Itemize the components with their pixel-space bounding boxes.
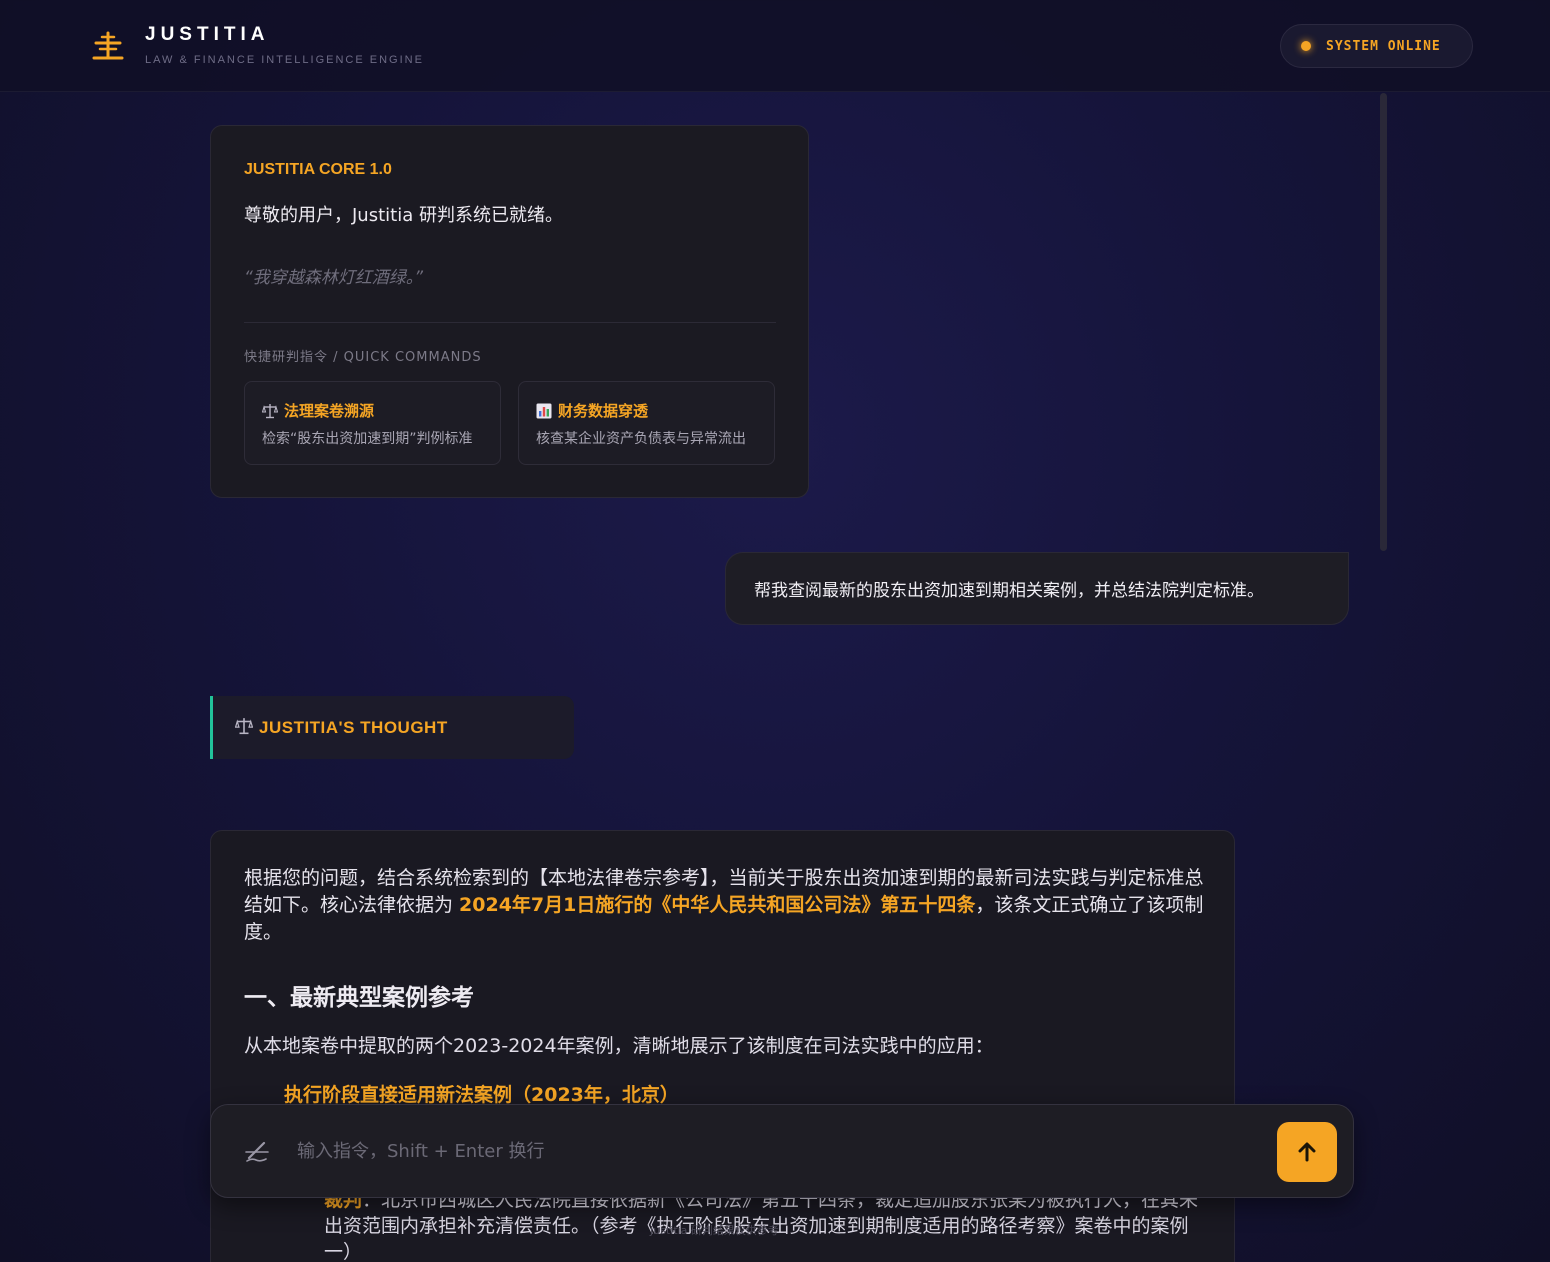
bar-chart-icon [536, 403, 552, 419]
footer-watermark: Justitia 研判结果仅供参考 [650, 1224, 779, 1237]
quick-command-desc: 检索“股东出资加速到期”判例标准 [262, 431, 473, 447]
status-text: SYSTEM ONLINE [1326, 38, 1441, 54]
send-button[interactable] [1277, 1122, 1337, 1182]
quick-command-desc: 核查某企业资产负债表与异常流出 [536, 431, 746, 447]
scale-icon [262, 403, 278, 419]
arrow-up-icon [1298, 1142, 1316, 1162]
user-message-bubble: 帮我查阅最新的股东出资加速到期相关案例，并总结法院判定标准。 [725, 552, 1349, 625]
section-heading: 一、最新典型案例参考 [244, 985, 474, 1011]
thought-label: JUSTITIA'S THOUGHT [259, 717, 448, 737]
chat-input[interactable] [297, 1131, 1257, 1171]
status-dot-icon [1301, 41, 1311, 51]
quick-command-title: 财务数据穿透 [558, 402, 649, 420]
chat-scrollbar[interactable] [1380, 93, 1387, 551]
scale-icon [92, 31, 124, 60]
pen-icon [245, 1141, 269, 1162]
quick-commands-label: 快捷研判指令 / QUICK COMMANDS [244, 350, 482, 365]
case-title: 执行阶段直接适用新法案例（2023年，北京） [284, 1084, 679, 1106]
brand-title: JUSTITIA [145, 24, 270, 45]
quick-command-case-search[interactable]: 法理案卷溯源 检索“股东出资加速到期”判例标准 [244, 381, 501, 465]
quick-command-title: 法理案卷溯源 [284, 402, 375, 420]
scale-icon [234, 717, 254, 739]
app-header: JUSTITIA LAW & FINANCE INTELLIGENCE ENGI… [0, 0, 1550, 92]
law-reference-highlight: 2024年7月1日施行的《中华人民共和国公司法》第五十四条 [459, 894, 976, 916]
brand-tagline: LAW & FINANCE INTELLIGENCE ENGINE [145, 54, 424, 66]
status-badge: SYSTEM ONLINE [1280, 24, 1473, 68]
user-message-text: 帮我查阅最新的股东出资加速到期相关案例，并总结法院判定标准。 [754, 581, 1264, 601]
section-paragraph: 从本地案卷中提取的两个2023-2024年案例，清晰地展示了该制度在司法实践中的… [244, 1035, 994, 1057]
thought-toggle[interactable]: JUSTITIA'S THOUGHT [210, 696, 574, 759]
welcome-card: JUSTITIA CORE 1.0 尊敬的用户，Justitia 研判系统已就绪… [210, 125, 809, 498]
greeting-text: 尊敬的用户，Justitia 研判系统已就绪。 [244, 205, 563, 226]
quote-text: “我穿越森林灯红酒绿。” [244, 268, 424, 288]
chat-input-bar [210, 1104, 1354, 1198]
core-version-label: JUSTITIA CORE 1.0 [244, 161, 392, 178]
divider [244, 322, 776, 323]
answer-intro: 根据您的问题，结合系统检索到的【本地法律卷宗参考】，当前关于股东出资加速到期的最… [244, 867, 1204, 943]
quick-command-finance-audit[interactable]: 财务数据穿透 核查某企业资产负债表与异常流出 [518, 381, 775, 465]
